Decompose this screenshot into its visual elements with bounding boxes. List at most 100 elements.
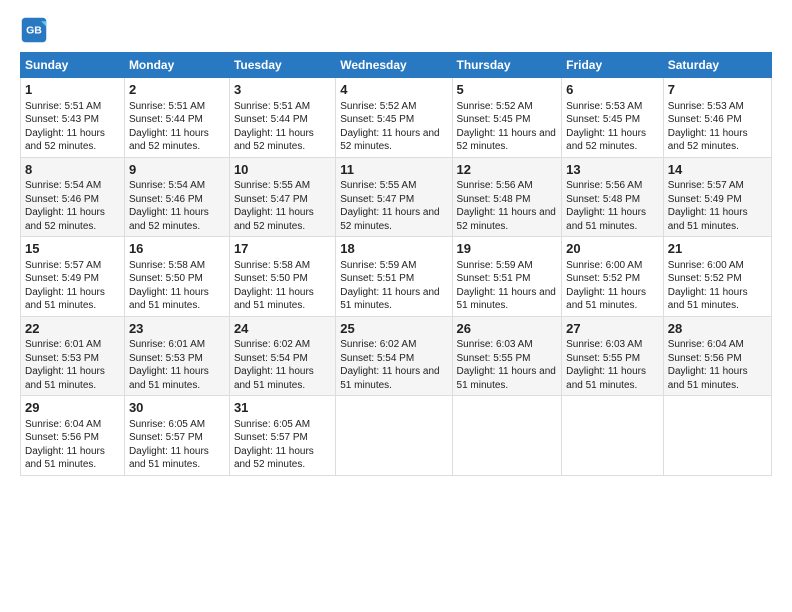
day-number: 10 <box>234 161 331 179</box>
sunset-label: Sunset: 5:50 PM <box>234 273 308 284</box>
sunset-label: Sunset: 5:45 PM <box>566 114 640 125</box>
daylight-label: Daylight: 11 hours and 51 minutes. <box>129 287 209 312</box>
sunset-label: Sunset: 5:44 PM <box>234 114 308 125</box>
daylight-label: Daylight: 11 hours and 51 minutes. <box>25 287 105 312</box>
daylight-label: Daylight: 11 hours and 51 minutes. <box>340 366 439 391</box>
calendar-cell: 9Sunrise: 5:54 AMSunset: 5:46 PMDaylight… <box>124 157 229 237</box>
header-wednesday: Wednesday <box>336 53 452 78</box>
calendar-cell: 20Sunrise: 6:00 AMSunset: 5:52 PMDayligh… <box>562 237 664 317</box>
header-thursday: Thursday <box>452 53 562 78</box>
calendar-cell: 12Sunrise: 5:56 AM Sunset: 5:48 PM Dayligh… <box>452 157 562 237</box>
calendar-cell: 28Sunrise: 6:04 AMSunset: 5:56 PMDayligh… <box>663 316 771 396</box>
calendar-table: SundayMondayTuesdayWednesdayThursdayFrid… <box>20 52 772 476</box>
calendar-cell: 14Sunrise: 5:57 AMSunset: 5:49 PMDayligh… <box>663 157 771 237</box>
sunset-label: Sunset: 5:48 PM <box>457 194 531 205</box>
sunset-label: Sunset: 5:45 PM <box>457 114 531 125</box>
daylight-label: Daylight: 11 hours and 51 minutes. <box>668 207 748 232</box>
sunset-label: Sunset: 5:51 PM <box>340 273 414 284</box>
day-number: 14 <box>668 161 767 179</box>
day-number: 23 <box>129 320 225 338</box>
sunrise-label: Sunrise: 6:02 AM <box>234 339 310 350</box>
sunset-label: Sunset: 5:46 PM <box>129 194 203 205</box>
daylight-label: Daylight: 11 hours and 51 minutes. <box>129 446 209 471</box>
sunset-label: Sunset: 5:52 PM <box>668 273 742 284</box>
daylight-label: Daylight: 11 hours and 51 minutes. <box>457 366 556 391</box>
sunset-label: Sunset: 5:51 PM <box>457 273 531 284</box>
daylight-label: Daylight: 11 hours and 51 minutes. <box>668 366 748 391</box>
day-number: 5 <box>457 81 558 99</box>
calendar-cell: 27Sunrise: 6:03 AMSunset: 5:55 PMDayligh… <box>562 316 664 396</box>
sunrise-label: Sunrise: 6:02 AM <box>340 339 416 350</box>
sunrise-label: Sunrise: 6:05 AM <box>129 419 205 430</box>
week-row-0: 1Sunrise: 5:51 AMSunset: 5:43 PMDaylight… <box>21 78 772 158</box>
day-number: 31 <box>234 399 331 417</box>
sunrise-label: Sunrise: 5:58 AM <box>234 260 310 271</box>
sunset-label: Sunset: 5:53 PM <box>25 353 99 364</box>
calendar-cell <box>562 396 664 476</box>
day-number: 17 <box>234 240 331 258</box>
day-number: 12 <box>457 161 558 179</box>
daylight-label: Daylight: 11 hours and 51 minutes. <box>234 287 314 312</box>
sunset-label: Sunset: 5:43 PM <box>25 114 99 125</box>
day-number: 21 <box>668 240 767 258</box>
sunset-label: Sunset: 5:46 PM <box>25 194 99 205</box>
sunrise-label: Sunrise: 5:54 AM <box>129 180 205 191</box>
sunset-label: Sunset: 5:50 PM <box>129 273 203 284</box>
calendar-cell: 4Sunrise: 5:52 AMSunset: 5:45 PMDaylight… <box>336 78 452 158</box>
daylight-label: Daylight: 11 hours and 51 minutes. <box>25 446 105 471</box>
sunrise-label: Sunrise: 5:51 AM <box>234 101 310 112</box>
sunrise-label: Sunrise: 5:52 AM <box>457 101 533 112</box>
day-number: 22 <box>25 320 120 338</box>
sunrise-label: Sunrise: 6:05 AM <box>234 419 310 430</box>
sunset-label: Sunset: 5:48 PM <box>566 194 640 205</box>
day-number: 16 <box>129 240 225 258</box>
day-number: 2 <box>129 81 225 99</box>
sunrise-label: Sunrise: 6:03 AM <box>566 339 642 350</box>
week-row-4: 29Sunrise: 6:04 AMSunset: 5:56 PMDayligh… <box>21 396 772 476</box>
week-row-1: 8 Sunrise: 5:54 AM Sunset: 5:46 PM Daylight… <box>21 157 772 237</box>
calendar-cell: 8Sunrise: 5:54 AMSunset: 5:46 PMDaylight… <box>21 157 125 237</box>
sunset-label: Sunset: 5:49 PM <box>25 273 99 284</box>
day-number: 19 <box>457 240 558 258</box>
calendar-cell: 18Sunrise: 5:59 AMSunset: 5:51 PMDayligh… <box>336 237 452 317</box>
calendar-cell: 10Sunrise: 5:55 AMSunset: 5:47 PMDayligh… <box>229 157 335 237</box>
sunset-label: Sunset: 5:54 PM <box>340 353 414 364</box>
daylight-label: Daylight: 11 hours and 51 minutes. <box>129 366 209 391</box>
day-number: 13 <box>566 161 659 179</box>
daylight-label: Daylight: 11 hours and 52 minutes. <box>129 207 209 232</box>
header-friday: Friday <box>562 53 664 78</box>
sunrise-label: Sunrise: 5:59 AM <box>340 260 416 271</box>
sunrise-label: Sunrise: 5:57 AM <box>25 260 101 271</box>
calendar-cell: 11Sunrise: 5:55 AMSunset: 5:47 PMDayligh… <box>336 157 452 237</box>
daylight-label: Daylight: 11 hours and 52 minutes. <box>566 128 646 153</box>
calendar-cell: 29Sunrise: 6:04 AMSunset: 5:56 PMDayligh… <box>21 396 125 476</box>
calendar-cell: 17 Sunrise: 5:58 AM Sunset: 5:50 PM Dayligh… <box>229 237 335 317</box>
sunrise-label: Sunrise: 5:56 AM <box>457 180 533 191</box>
week-row-3: 22 Sunrise: 6:01 AM Sunset: 5:53 PM Dayligh… <box>21 316 772 396</box>
sunrise-label: Sunrise: 5:51 AM <box>129 101 205 112</box>
day-number: 3 <box>234 81 331 99</box>
calendar-cell: 26Sunrise: 6:03 AMSunset: 5:55 PMDayligh… <box>452 316 562 396</box>
sunset-label: Sunset: 5:47 PM <box>340 194 414 205</box>
day-number: 11 <box>340 161 447 179</box>
calendar-cell: 13Sunrise: 5:56 AMSunset: 5:48 PMDayligh… <box>562 157 664 237</box>
header-saturday: Saturday <box>663 53 771 78</box>
calendar-cell: 21Sunrise: 6:00 AMSunset: 5:52 PMDayligh… <box>663 237 771 317</box>
daylight-label: Daylight: 11 hours and 51 minutes. <box>566 366 646 391</box>
calendar-cell: 30Sunrise: 6:05 AMSunset: 5:57 PMDayligh… <box>124 396 229 476</box>
sunrise-label: Sunrise: 5:51 AM <box>25 101 101 112</box>
sunrise-label: Sunrise: 6:01 AM <box>129 339 205 350</box>
daylight-label: Daylight: 11 hours and 52 minutes. <box>234 128 314 153</box>
sunset-label: Sunset: 5:55 PM <box>566 353 640 364</box>
sunset-label: Sunset: 5:56 PM <box>668 353 742 364</box>
daylight-label: Daylight: 11 hours and 51 minutes. <box>457 287 556 312</box>
daylight-label: Daylight: 11 hours and 52 minutes. <box>457 207 556 232</box>
sunrise-label: Sunrise: 5:52 AM <box>340 101 416 112</box>
day-number: 8 <box>25 161 120 179</box>
daylight-label: Daylight: 11 hours and 51 minutes. <box>340 287 439 312</box>
daylight-label: Daylight: 11 hours and 52 minutes. <box>340 207 439 232</box>
calendar-cell <box>336 396 452 476</box>
calendar-cell: 23Sunrise: 6:01 AMSunset: 5:53 PMDayligh… <box>124 316 229 396</box>
daylight-label: Daylight: 11 hours and 52 minutes. <box>234 446 314 471</box>
sunrise-label: Sunrise: 5:59 AM <box>457 260 533 271</box>
